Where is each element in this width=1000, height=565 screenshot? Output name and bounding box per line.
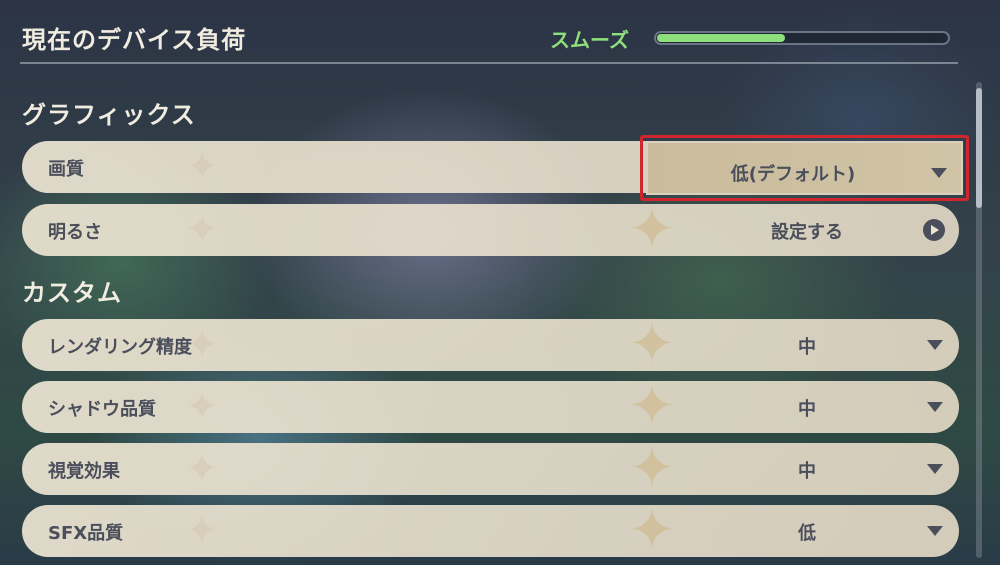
device-load-title: 現在のデバイス負荷 bbox=[22, 26, 247, 54]
setting-row-brightness[interactable]: ✦ ✦ 明るさ 設定する bbox=[22, 204, 959, 256]
row-ornament-icon: ✦ bbox=[185, 144, 219, 190]
row-ornament-icon: ✦ bbox=[185, 207, 219, 253]
setting-label-visual: 視覚効果 bbox=[48, 461, 120, 482]
dropdown-caret-icon[interactable] bbox=[931, 168, 947, 178]
device-load-status: スムーズ bbox=[550, 28, 629, 52]
play-circle-icon[interactable] bbox=[923, 219, 945, 241]
device-load-header: 現在のデバイス負荷 スムーズ bbox=[0, 0, 1000, 70]
setting-row-render[interactable]: ✦ ✦ レンダリング精度 中 bbox=[22, 319, 959, 371]
quality-dropdown[interactable]: 低(デフォルト) bbox=[640, 135, 969, 201]
shadow-dropdown-value[interactable]: 中 bbox=[642, 395, 959, 421]
section-title-graphics: グラフィックス bbox=[22, 101, 196, 129]
device-load-bar bbox=[654, 31, 950, 45]
quality-dropdown-value: 低(デフォルト) bbox=[730, 164, 856, 185]
device-load-bar-fill bbox=[657, 34, 785, 42]
setting-label-quality: 画質 bbox=[48, 159, 84, 180]
render-dropdown-value[interactable]: 中 bbox=[642, 333, 959, 359]
section-title-custom: カスタム bbox=[22, 279, 122, 307]
setting-label-sfx: SFX品質 bbox=[48, 523, 124, 544]
dropdown-caret-icon[interactable] bbox=[927, 402, 943, 412]
row-ornament-icon: ✦ bbox=[185, 384, 219, 430]
visual-dropdown-value[interactable]: 中 bbox=[642, 457, 959, 483]
scrollbar-thumb[interactable] bbox=[976, 88, 982, 208]
sfx-dropdown-value[interactable]: 低 bbox=[642, 519, 959, 545]
setting-row-shadow[interactable]: ✦ ✦ シャドウ品質 中 bbox=[22, 381, 959, 433]
row-ornament-icon: ✦ bbox=[185, 446, 219, 492]
brightness-configure-button[interactable]: 設定する bbox=[642, 218, 959, 244]
quality-dropdown-body[interactable]: 低(デフォルト) bbox=[646, 141, 963, 195]
setting-label-render: レンダリング精度 bbox=[48, 337, 192, 358]
setting-row-visual[interactable]: ✦ ✦ 視覚効果 中 bbox=[22, 443, 959, 495]
header-divider bbox=[20, 62, 958, 64]
setting-label-shadow: シャドウ品質 bbox=[48, 399, 156, 420]
dropdown-caret-icon[interactable] bbox=[927, 526, 943, 536]
setting-row-sfx[interactable]: ✦ ✦ SFX品質 低 bbox=[22, 505, 959, 557]
setting-label-brightness: 明るさ bbox=[48, 222, 102, 243]
row-ornament-icon: ✦ bbox=[185, 508, 219, 554]
dropdown-caret-icon[interactable] bbox=[927, 464, 943, 474]
dropdown-caret-icon[interactable] bbox=[927, 340, 943, 350]
